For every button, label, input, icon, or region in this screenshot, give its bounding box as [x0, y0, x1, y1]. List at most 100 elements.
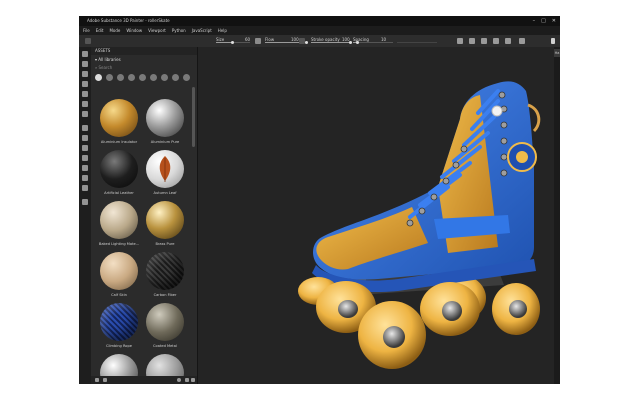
filter-alpha-icon[interactable]	[183, 74, 190, 81]
flow-value[interactable]: 100	[291, 37, 299, 42]
asset-thumbnail[interactable]: Coated Metal	[142, 303, 188, 359]
display-icon[interactable]	[82, 165, 88, 171]
window-title: Adobe Substance 3D Painter - rollerSkate	[87, 18, 170, 23]
brush-preset-icon[interactable]	[85, 38, 91, 44]
assets-panel-footer	[91, 376, 197, 384]
menu-file[interactable]: File	[83, 26, 90, 35]
projection-tool-icon[interactable]	[82, 71, 88, 77]
bake-icon[interactable]	[82, 175, 88, 181]
filter-mask-icon[interactable]	[128, 74, 135, 81]
import-icon[interactable]	[95, 378, 99, 382]
camera-icon[interactable]	[481, 38, 487, 44]
display-settings-icon[interactable]	[505, 38, 511, 44]
lazy-mouse-icon[interactable]	[469, 38, 475, 44]
brush-cursor	[491, 105, 503, 117]
asset-preview	[100, 303, 138, 341]
app-window: Adobe Substance 3D Painter - rollerSkate…	[79, 16, 560, 384]
view-mode-icon[interactable]	[519, 38, 525, 44]
library-label: All libraries	[98, 57, 121, 62]
filter-material-icon[interactable]	[117, 74, 124, 81]
filter-smart-material-icon[interactable]	[106, 74, 113, 81]
3d-viewport[interactable]	[198, 47, 554, 384]
symmetry-icon[interactable]	[457, 38, 463, 44]
asset-thumbnail[interactable]: Aluminium Insulator	[96, 99, 142, 155]
asset-name: Calf Skin	[111, 293, 127, 297]
spacing-value[interactable]: 10	[381, 37, 386, 42]
close-button[interactable]: ✕	[552, 16, 556, 26]
leaf-icon	[159, 156, 171, 182]
menu-python[interactable]: Python	[172, 26, 186, 35]
history-icon[interactable]	[82, 155, 88, 161]
asset-preview	[146, 252, 184, 290]
asset-thumbnail[interactable]: Carbon Fiber	[142, 252, 188, 308]
asset-preview	[100, 99, 138, 137]
paint-tool-icon[interactable]	[82, 51, 88, 57]
eraser-tool-icon[interactable]	[82, 61, 88, 67]
asset-preview	[100, 252, 138, 290]
asset-thumbnail[interactable]: Baked Lighting Mate...	[96, 201, 142, 257]
layers-icon[interactable]	[82, 135, 88, 141]
window-controls: – □ ✕	[533, 16, 556, 26]
filter-all-icon[interactable]	[95, 74, 102, 81]
asset-thumbnail[interactable]: Autumn Leaf	[142, 150, 188, 206]
maximize-button[interactable]: □	[541, 16, 546, 26]
stroke-opacity-slider[interactable]	[311, 40, 352, 44]
asset-thumbnail[interactable]: Calf Skin	[96, 252, 142, 308]
filter-environment-icon[interactable]	[161, 74, 168, 81]
search-input[interactable]: ⌕ Search	[95, 65, 189, 71]
search-placeholder: Search	[98, 65, 113, 70]
menu-help[interactable]: Help	[218, 26, 227, 35]
environment-icon[interactable]	[493, 38, 499, 44]
pressure-icon[interactable]	[255, 38, 261, 44]
menu-edit[interactable]: Edit	[96, 26, 104, 35]
asset-thumbnail[interactable]: Artificial Leather	[96, 150, 142, 206]
assets-panel-title: ASSETS	[95, 48, 111, 53]
menu-mode[interactable]: Mode	[109, 26, 120, 35]
pause-icon[interactable]	[551, 38, 555, 44]
minimize-button[interactable]: –	[533, 16, 536, 26]
stroke-opacity-value[interactable]: 100	[342, 37, 350, 42]
asset-name: Brass Pure	[155, 242, 175, 246]
menu-viewport[interactable]: Viewport	[148, 26, 166, 35]
asset-thumbnail[interactable]: Climbing Rope	[96, 303, 142, 359]
clone-tool-icon[interactable]	[82, 101, 88, 107]
asset-name: Aluminium Pure	[150, 140, 180, 144]
refresh-icon[interactable]	[177, 378, 181, 382]
add-icon[interactable]	[191, 378, 195, 382]
polygon-fill-icon[interactable]	[82, 81, 88, 87]
angle-slider[interactable]	[397, 42, 437, 43]
menu-javascript[interactable]: JavaScript	[192, 26, 212, 35]
size-slider[interactable]	[216, 40, 250, 44]
asset-preview	[100, 201, 138, 239]
size-value[interactable]: 60	[245, 37, 250, 42]
asset-name: Carbon Fiber	[153, 293, 177, 297]
library-selector[interactable]: ▾ All libraries	[95, 56, 121, 63]
right-panel-tab[interactable]: Ha	[554, 49, 560, 57]
spacing-slider[interactable]	[353, 40, 393, 44]
asset-thumbnail[interactable]: Aluminium Pure	[142, 99, 188, 155]
asset-type-filters	[95, 74, 190, 82]
texture-set-icon[interactable]	[82, 145, 88, 151]
view-options-icon[interactable]	[103, 378, 107, 382]
asset-preview	[146, 99, 184, 137]
asset-name: Aluminium Insulator	[100, 140, 138, 144]
flow-pressure-icon[interactable]	[299, 38, 305, 44]
filter-filter-icon[interactable]	[150, 74, 157, 81]
folder-icon[interactable]	[185, 378, 189, 382]
asset-name: Climbing Rope	[105, 344, 132, 348]
picker-tool-icon[interactable]	[82, 111, 88, 117]
filter-texture-icon[interactable]	[172, 74, 179, 81]
assets-scrollbar[interactable]	[192, 87, 195, 147]
asset-name: Autumn Leaf	[153, 191, 177, 195]
roller-skate-model	[298, 81, 541, 369]
menu-window[interactable]: Window	[126, 26, 142, 35]
filter-brush-icon[interactable]	[139, 74, 146, 81]
asset-preview	[146, 150, 184, 188]
asset-preview	[146, 201, 184, 239]
asset-thumbnail[interactable]: Brass Pure	[142, 201, 188, 257]
export-icon[interactable]	[82, 185, 88, 191]
shelf-icon[interactable]	[82, 199, 88, 205]
title-bar: Adobe Substance 3D Painter - rollerSkate…	[79, 16, 560, 26]
assets-icon[interactable]	[82, 125, 88, 131]
smudge-tool-icon[interactable]	[82, 91, 88, 97]
